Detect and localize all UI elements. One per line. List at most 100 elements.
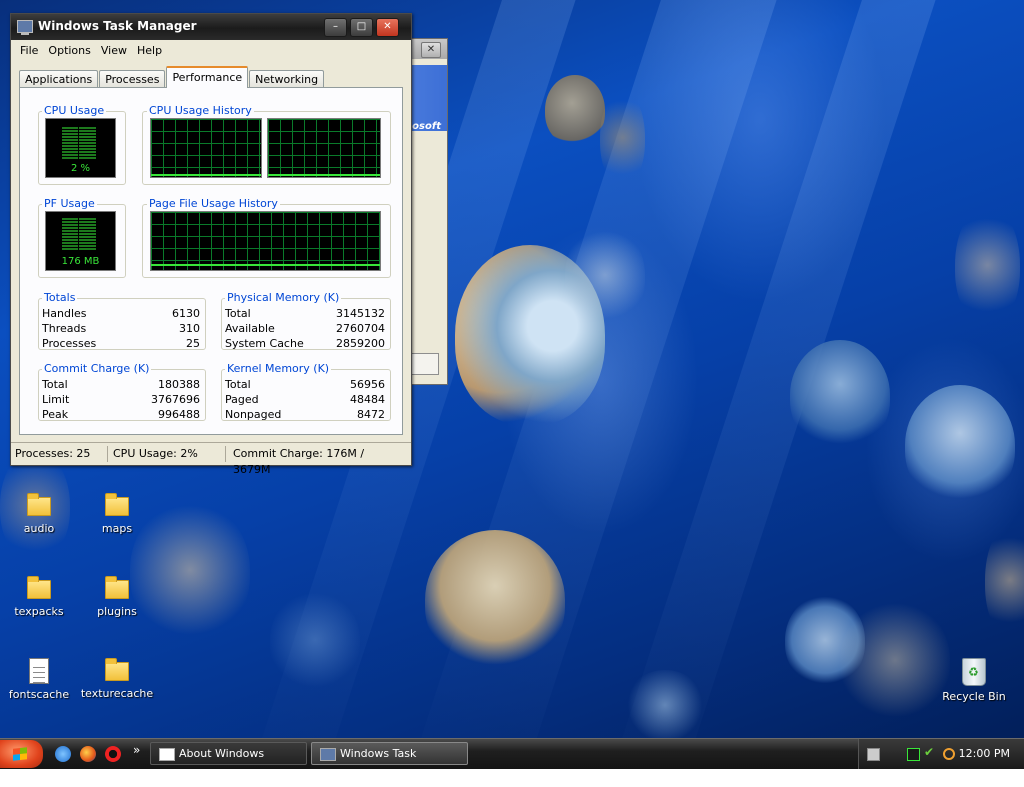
taskbar-button-label: Windows Task Manager (340, 747, 417, 782)
kernel-memory-row: Total 56956 (221, 378, 389, 393)
row-key: Available (225, 322, 275, 335)
commit-charge-row: Peak 996488 (38, 408, 204, 423)
menu-options[interactable]: Options (48, 44, 90, 57)
totals-row: Handles 6130 (38, 307, 204, 322)
cpu-history-label: CPU Usage History (147, 104, 254, 117)
firefox-icon[interactable] (80, 746, 96, 762)
tab-performance[interactable]: Performance (166, 66, 249, 88)
physical-memory-row: System Cache 2859200 (221, 337, 389, 352)
row-key: Peak (42, 408, 69, 421)
performance-panel: CPU Usage 2 % CPU Usage History PF Usage… (19, 87, 403, 435)
folder-icon (27, 493, 51, 516)
pf-usage-value: 176 MB (61, 256, 100, 267)
clock[interactable]: 12:00 PM (959, 747, 1010, 760)
jellyfish-image (625, 670, 705, 738)
monitor-icon (320, 748, 336, 761)
window-icon (159, 748, 175, 761)
jellyfish-image (270, 590, 360, 690)
row-key: Threads (42, 322, 87, 335)
task-manager-window[interactable]: Windows Task Manager – □ ✕ File Options … (10, 13, 412, 476)
network-icon[interactable]: ✔ (924, 745, 935, 759)
desktop-icon-label: texturecache (80, 687, 154, 700)
kernel-memory-row: Paged 48484 (221, 393, 389, 408)
row-value: 3767696 (151, 393, 200, 406)
row-key: System Cache (225, 337, 304, 350)
totals-label: Totals (42, 291, 78, 304)
about-window-close-button[interactable]: ✕ (421, 42, 441, 58)
cpu-usage-label: CPU Usage (42, 104, 107, 117)
maximize-button[interactable]: □ (350, 18, 373, 37)
row-key: Nonpaged (225, 408, 282, 421)
about-window-brand: osoft (412, 121, 441, 132)
pf-usage-meter: 176 MB (45, 211, 116, 271)
kernel-memory-label: Kernel Memory (K) (225, 362, 332, 375)
tab-applications[interactable]: Applications (19, 70, 99, 88)
menu-bar: File Options View Help (11, 40, 411, 60)
opera-icon[interactable] (105, 746, 121, 762)
taskbar-button-about-windows[interactable]: About Windows (150, 742, 307, 765)
internet-explorer-icon[interactable] (55, 746, 71, 762)
kernel-memory-row: Nonpaged 8472 (221, 408, 389, 423)
desktop-icon-label: fontscache (8, 688, 70, 701)
start-button[interactable] (0, 740, 43, 768)
cpu-usage-meter: 2 % (45, 118, 116, 178)
cpu-history-graph-core2 (267, 118, 381, 178)
row-key: Total (225, 378, 251, 391)
jellyfish-image (565, 225, 645, 325)
desktop-icon-audio[interactable]: audio (1, 493, 77, 535)
menu-file[interactable]: File (20, 44, 38, 57)
desktop-icon-label: plugins (97, 605, 137, 618)
cpu-history-graph-core1 (150, 118, 262, 178)
jellyfish-image (985, 525, 1024, 635)
tab-networking[interactable]: Networking (249, 70, 325, 88)
folder-icon (27, 576, 51, 599)
task-manager-titlebar[interactable]: Windows Task Manager – □ ✕ (11, 14, 411, 40)
row-value: 996488 (158, 408, 200, 421)
folder-icon (105, 658, 129, 681)
row-key: Paged (225, 393, 259, 406)
row-value: 48484 (350, 393, 385, 406)
jellyfish-image (600, 90, 645, 185)
menu-help[interactable]: Help (137, 44, 162, 57)
window-title: Windows Task Manager (38, 19, 197, 33)
desktop-icon-texturecache[interactable]: texturecache (79, 658, 155, 700)
desktop-icon-texpacks[interactable]: texpacks (1, 576, 77, 618)
row-key: Processes (42, 337, 97, 350)
taskbar-button-task-manager[interactable]: Windows Task Manager (311, 742, 468, 782)
tab-processes[interactable]: Processes (99, 70, 166, 88)
row-key: Total (225, 307, 251, 320)
pf-history-graph (150, 211, 381, 271)
row-value: 310 (179, 322, 200, 335)
status-processes: Processes: 25 (11, 446, 108, 462)
jellyfish-image (955, 205, 1020, 325)
status-commit-charge: Commit Charge: 176M / 3679M (233, 447, 365, 476)
task-manager-tray-icon[interactable] (907, 748, 920, 761)
commit-charge-label: Commit Charge (K) (42, 362, 152, 375)
desktop-icon-label: texpacks (14, 605, 64, 618)
totals-row: Threads 310 (38, 322, 204, 337)
desktop-icon-plugins[interactable]: plugins (79, 576, 155, 618)
quick-launch-more[interactable]: » (133, 743, 140, 757)
recycle-bin-icon: ♻ (962, 658, 986, 686)
row-value: 8472 (357, 408, 385, 421)
row-value: 2760704 (336, 322, 385, 335)
menu-view[interactable]: View (101, 44, 127, 57)
close-button[interactable]: ✕ (376, 18, 399, 37)
desktop-icon-recycle-bin[interactable]: ♻ Recycle Bin (936, 658, 1012, 703)
folder-icon (105, 576, 129, 599)
desktop-icon-maps[interactable]: maps (79, 493, 155, 535)
keyboard-icon[interactable] (867, 748, 880, 761)
taskbar: » About Windows Windows Task Manager ✔ 1… (0, 738, 1024, 782)
document-icon (29, 658, 49, 684)
pf-usage-label: PF Usage (42, 197, 97, 210)
desktop-icon-fontscache[interactable]: fontscache (1, 658, 77, 701)
jellyfish-image (545, 75, 605, 145)
pf-history-label: Page File Usage History (147, 197, 280, 210)
status-cpu-usage: CPU Usage: 2% (109, 446, 226, 462)
physical-memory-row: Available 2760704 (221, 322, 389, 337)
taskbar-button-label: About Windows (179, 747, 265, 760)
physical-memory-row: Total 3145132 (221, 307, 389, 322)
minimize-button[interactable]: – (324, 18, 347, 37)
search-icon[interactable] (943, 748, 955, 760)
commit-charge-row: Total 180388 (38, 378, 204, 393)
